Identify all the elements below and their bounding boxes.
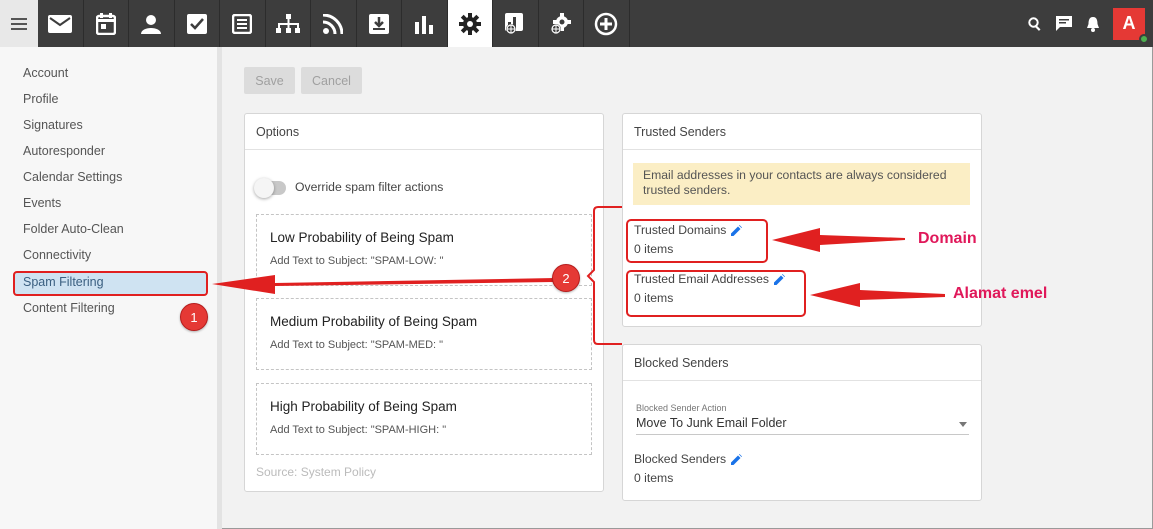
step-badge-2: 2 — [552, 264, 580, 292]
cancel-button[interactable]: Cancel — [301, 67, 362, 94]
annotation-email: Alamat emel — [953, 285, 1048, 302]
sidebar-item-connectivity[interactable]: Connectivity — [23, 248, 91, 262]
low-spam-option[interactable]: Low Probability of Being Spam Add Text t… — [256, 214, 592, 286]
options-divider — [245, 149, 603, 150]
low-spam-title: Low Probability of Being Spam — [270, 230, 454, 245]
blocked-divider — [623, 380, 981, 381]
contacts-icon[interactable] — [129, 0, 175, 47]
mail-icon[interactable] — [38, 0, 84, 47]
sidebar-item-calendar-settings[interactable]: Calendar Settings — [23, 170, 122, 184]
search-icon[interactable] — [1020, 0, 1049, 47]
blocked-senders-count: 0 items — [634, 471, 674, 485]
edit-pencil-icon[interactable] — [774, 273, 786, 285]
notifications-bell-icon[interactable] — [1078, 0, 1107, 47]
override-spam-toggle[interactable] — [254, 178, 286, 198]
annotation-domain: Domain — [918, 230, 977, 247]
blocked-senders-label: Blocked Senders — [634, 452, 727, 466]
trusted-senders-title: Trusted Senders — [634, 125, 726, 139]
trusted-emails-label: Trusted Email Addresses — [634, 272, 770, 286]
medium-spam-subtitle: Add Text to Subject: "SPAM-MED: " — [270, 339, 444, 351]
add-circle-icon[interactable] — [584, 0, 630, 47]
override-spam-label: Override spam filter actions — [295, 180, 444, 194]
blocked-senders-row[interactable]: Blocked Senders — [634, 452, 743, 466]
archive-icon[interactable] — [357, 0, 402, 47]
top-right-tools: A — [1020, 0, 1153, 47]
calendar-icon[interactable] — [84, 0, 129, 47]
trusted-domains-row[interactable]: Trusted Domains — [634, 223, 743, 237]
policy-source: Source: System Policy — [256, 465, 377, 479]
reports-icon[interactable] — [402, 0, 448, 47]
trusted-divider — [623, 149, 981, 150]
trusted-emails-count: 0 items — [634, 291, 674, 305]
sidebar-item-profile[interactable]: Profile — [23, 92, 58, 106]
medium-spam-title: Medium Probability of Being Spam — [270, 314, 478, 329]
high-spam-subtitle: Add Text to Subject: "SPAM-HIGH: " — [270, 424, 447, 436]
step-badge-1: 1 — [180, 303, 208, 331]
save-button[interactable]: Save — [244, 67, 295, 94]
toggle-knob — [254, 178, 274, 198]
options-title: Options — [256, 125, 300, 139]
high-spam-option[interactable]: High Probability of Being Spam Add Text … — [256, 383, 592, 455]
high-spam-title: High Probability of Being Spam — [270, 399, 457, 414]
edit-pencil-icon[interactable] — [731, 224, 743, 236]
online-status-icon — [1139, 33, 1149, 44]
sidebar-item-account[interactable]: Account — [23, 66, 68, 80]
rss-icon[interactable] — [311, 0, 357, 47]
blocked-senders-title: Blocked Senders — [634, 356, 729, 370]
menu-icon[interactable] — [0, 0, 38, 47]
domain-settings-icon[interactable] — [539, 0, 584, 47]
sidebar-item-events[interactable]: Events — [23, 196, 61, 210]
user-avatar[interactable]: A — [1113, 7, 1149, 44]
trusted-emails-row[interactable]: Trusted Email Addresses — [634, 272, 786, 286]
trusted-domains-count: 0 items — [634, 242, 674, 256]
blocked-action-label: Blocked Sender Action — [636, 403, 727, 413]
sidebar-item-signatures[interactable]: Signatures — [23, 118, 83, 132]
trusted-notice: Email addresses in your contacts are alw… — [633, 163, 970, 205]
notes-icon[interactable] — [220, 0, 266, 47]
sitemap-icon[interactable] — [266, 0, 311, 47]
sidebar-item-autoresponder[interactable]: Autoresponder — [23, 144, 105, 158]
chat-icon[interactable] — [1049, 0, 1078, 47]
blocked-action-value: Move To Junk Email Folder — [636, 416, 787, 430]
app-switcher — [38, 0, 630, 47]
medium-spam-option[interactable]: Medium Probability of Being Spam Add Tex… — [256, 298, 592, 370]
tasks-icon[interactable] — [175, 0, 220, 47]
sidebar-item-content-filtering[interactable]: Content Filtering — [23, 301, 115, 315]
sidebar-item-spam-filtering[interactable]: Spam Filtering — [23, 275, 104, 289]
blocked-action-select[interactable]: Move To Junk Email Folder — [636, 416, 969, 435]
edit-pencil-icon[interactable] — [731, 453, 743, 465]
low-spam-subtitle: Add Text to Subject: "SPAM-LOW: " — [270, 255, 444, 267]
avatar-letter: A — [1122, 13, 1136, 33]
trusted-domains-label: Trusted Domains — [634, 223, 727, 237]
top-bar: A — [0, 0, 1153, 47]
dropdown-caret-icon — [959, 422, 967, 427]
settings-gear-icon[interactable] — [447, 0, 493, 47]
domain-reports-icon[interactable] — [493, 0, 539, 47]
sidebar-item-folder-auto-clean[interactable]: Folder Auto-Clean — [23, 222, 124, 236]
